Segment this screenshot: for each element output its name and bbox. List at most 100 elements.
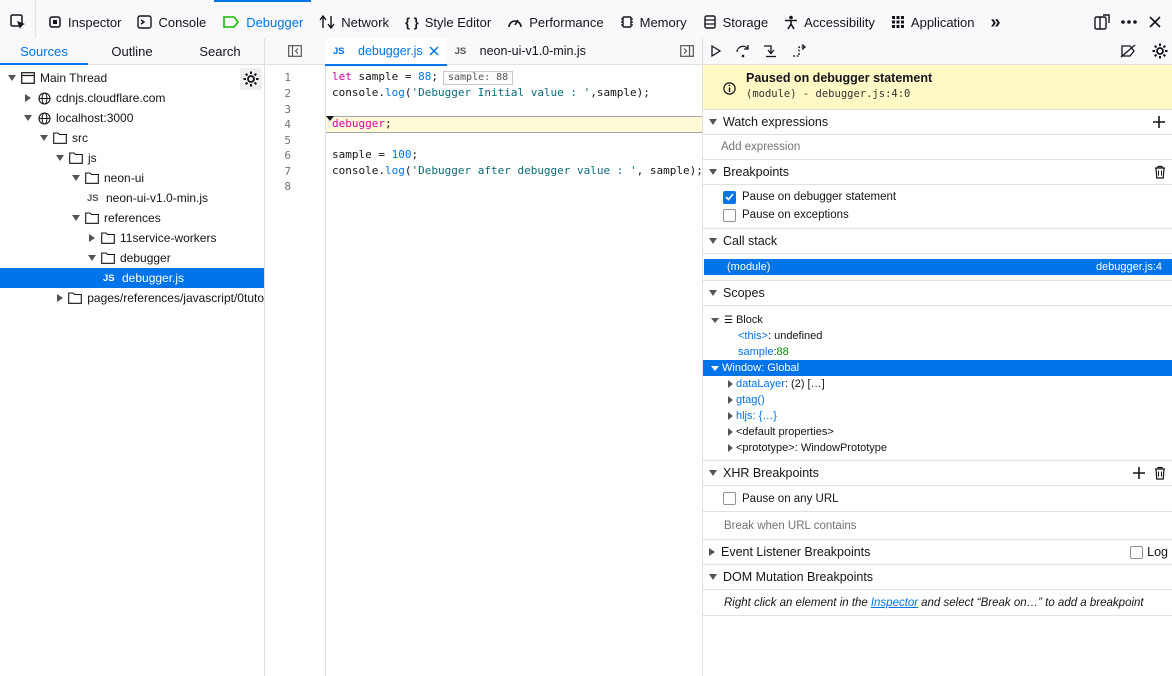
line-number[interactable]: 1: [284, 71, 291, 84]
checkbox-unchecked[interactable]: [723, 492, 736, 505]
scope-var-hljs[interactable]: hljs: {…}: [703, 408, 1172, 424]
tree-item-js[interactable]: js: [0, 148, 264, 168]
tree-label: js: [88, 151, 97, 165]
pause-on-debugger-option[interactable]: Pause on debugger statement: [703, 188, 1172, 206]
inspector-link[interactable]: Inspector: [871, 597, 918, 609]
editor-tab-debugger-js[interactable]: JS debugger.js: [325, 37, 447, 66]
checkbox-checked[interactable]: [723, 190, 736, 204]
step-in-icon[interactable]: [763, 44, 779, 58]
pause-on-exceptions-option[interactable]: Pause on exceptions: [703, 206, 1172, 224]
log-events-toggle[interactable]: Log: [1130, 545, 1168, 559]
trash-icon[interactable]: [1154, 466, 1166, 480]
line-gutter[interactable]: 1 2 3 4 5 6 7 8: [265, 66, 326, 676]
watch-expressions-header[interactable]: Watch expressions: [703, 110, 1172, 135]
chevron-down-icon: [71, 173, 81, 183]
scopes-tree: ☰ Block <this>: undefined sample: 88 Win…: [703, 306, 1172, 461]
tab-search[interactable]: Search: [176, 38, 264, 64]
checkbox-unchecked[interactable]: [723, 208, 736, 222]
inline-value-preview[interactable]: sample: 88: [442, 71, 514, 85]
tab-sources[interactable]: Sources: [0, 38, 88, 65]
tab-label: Application: [910, 14, 975, 30]
add-expression-input[interactable]: Add expression: [703, 135, 1172, 160]
line-number[interactable]: 6: [284, 149, 291, 162]
section-title: Watch expressions: [723, 115, 829, 129]
trash-icon[interactable]: [1154, 165, 1166, 179]
block-icon: ☰: [724, 314, 733, 326]
tree-item-cdnjs[interactable]: cdnjs.cloudflare.com: [0, 88, 264, 108]
editor-tab-label: debugger.js: [358, 44, 423, 58]
tab-outline[interactable]: Outline: [88, 38, 176, 64]
step-out-icon[interactable]: [791, 44, 807, 58]
close-icon[interactable]: [1148, 15, 1162, 29]
option-label: Pause on any URL: [742, 492, 839, 505]
tree-item-references[interactable]: references: [0, 208, 264, 228]
dom-mutation-breakpoints-header[interactable]: DOM Mutation Breakpoints: [703, 565, 1172, 590]
tab-label: Storage: [722, 14, 769, 30]
line-number[interactable]: 2: [284, 87, 291, 100]
pause-any-url-option[interactable]: Pause on any URL: [703, 486, 1172, 512]
checkbox-unchecked[interactable]: [1130, 545, 1144, 559]
editor-tabs: JS debugger.js JS neon-ui-v1.0-min.js: [265, 37, 702, 66]
scope-var-sample[interactable]: sample: 88: [703, 344, 1172, 360]
event-listener-breakpoints-header[interactable]: Event Listener Breakpoints Log: [703, 540, 1172, 565]
tree-item-debugger-js[interactable]: JS debugger.js: [0, 268, 264, 288]
gear-icon[interactable]: [1152, 43, 1168, 59]
application-icon: [891, 16, 904, 28]
var-name: <prototype>: [736, 442, 795, 454]
resume-icon[interactable]: [709, 44, 723, 58]
deactivate-breakpoints-icon[interactable]: [1120, 44, 1136, 58]
line-number[interactable]: 7: [284, 165, 291, 178]
tree-item-debugger-folder[interactable]: debugger: [0, 248, 264, 268]
code-line-4: debugger;: [332, 117, 392, 130]
chevron-right-icon: [709, 548, 715, 556]
code-text: ;: [431, 70, 438, 83]
scope-default-properties[interactable]: <default properties>: [703, 424, 1172, 440]
tree-label: debugger.js: [122, 271, 185, 285]
folder-icon: [68, 291, 83, 305]
tree-item-main-thread[interactable]: Main Thread: [0, 68, 264, 88]
option-label: Pause on debugger statement: [742, 191, 897, 203]
tree-item-pages[interactable]: pages/references/javascript/0tuto: [0, 288, 264, 308]
tree-item-neon-ui[interactable]: neon-ui: [0, 168, 264, 188]
more-options-icon[interactable]: [1120, 19, 1138, 25]
call-stack-frame[interactable]: (module) debugger.js:4: [704, 259, 1172, 275]
line-number[interactable]: 5: [284, 134, 291, 147]
dock-options-icon[interactable]: [1094, 14, 1110, 30]
xhr-breakpoints-header[interactable]: XHR Breakpoints: [703, 461, 1172, 486]
var-name: gtag(): [736, 394, 765, 406]
scope-var-datalayer[interactable]: dataLayer: (2) […]: [703, 376, 1172, 392]
step-over-icon[interactable]: [735, 44, 751, 58]
code-editor[interactable]: 1 2 3 4 5 6 7 8 let sample = 88; sample: …: [265, 66, 703, 676]
add-xhr-icon[interactable]: [1132, 466, 1146, 480]
add-watch-icon[interactable]: [1152, 115, 1166, 129]
xhr-url-input[interactable]: Break when URL contains: [703, 512, 1172, 540]
toggle-debug-panel-button[interactable]: [680, 45, 694, 57]
tree-item-service-workers[interactable]: 11service-workers: [0, 228, 264, 248]
tree-item-localhost[interactable]: localhost:3000: [0, 108, 264, 128]
frame-location: debugger.js:4: [1095, 261, 1162, 273]
chevron-right-icon: [23, 93, 33, 103]
scope-block[interactable]: ☰ Block: [703, 312, 1172, 328]
scope-window-global[interactable]: Window: Global: [703, 360, 1172, 376]
line-number[interactable]: 3: [284, 103, 291, 116]
scopes-header[interactable]: Scopes: [703, 281, 1172, 306]
toggle-sources-button[interactable]: [265, 38, 325, 65]
tab-label: Memory: [639, 14, 687, 30]
breakpoints-header[interactable]: Breakpoints: [703, 160, 1172, 185]
line-number[interactable]: 4: [284, 118, 291, 131]
scope-var-this[interactable]: <this>: undefined: [703, 328, 1172, 344]
editor-pane: JS debugger.js JS neon-ui-v1.0-min.js 1 …: [265, 37, 703, 676]
line-number[interactable]: 8: [284, 180, 291, 193]
tree-item-src[interactable]: src: [0, 128, 264, 148]
editor-tab-neon-ui[interactable]: JS neon-ui-v1.0-min.js: [447, 38, 594, 65]
scope-var-gtag[interactable]: gtag(): [703, 392, 1172, 408]
call-stack-header[interactable]: Call stack: [703, 229, 1172, 254]
scope-prototype[interactable]: <prototype>: WindowPrototype: [703, 440, 1172, 456]
var-value: : (2) […]: [784, 378, 825, 390]
close-tab-icon[interactable]: [429, 46, 439, 56]
inspector-icon: [49, 16, 61, 28]
var-value: : undefined: [767, 330, 823, 342]
var-value: 88: [776, 346, 789, 358]
tree-label: 11service-workers: [120, 231, 217, 245]
tree-item-neon-ui-min-js[interactable]: JS neon-ui-v1.0-min.js: [0, 188, 264, 208]
